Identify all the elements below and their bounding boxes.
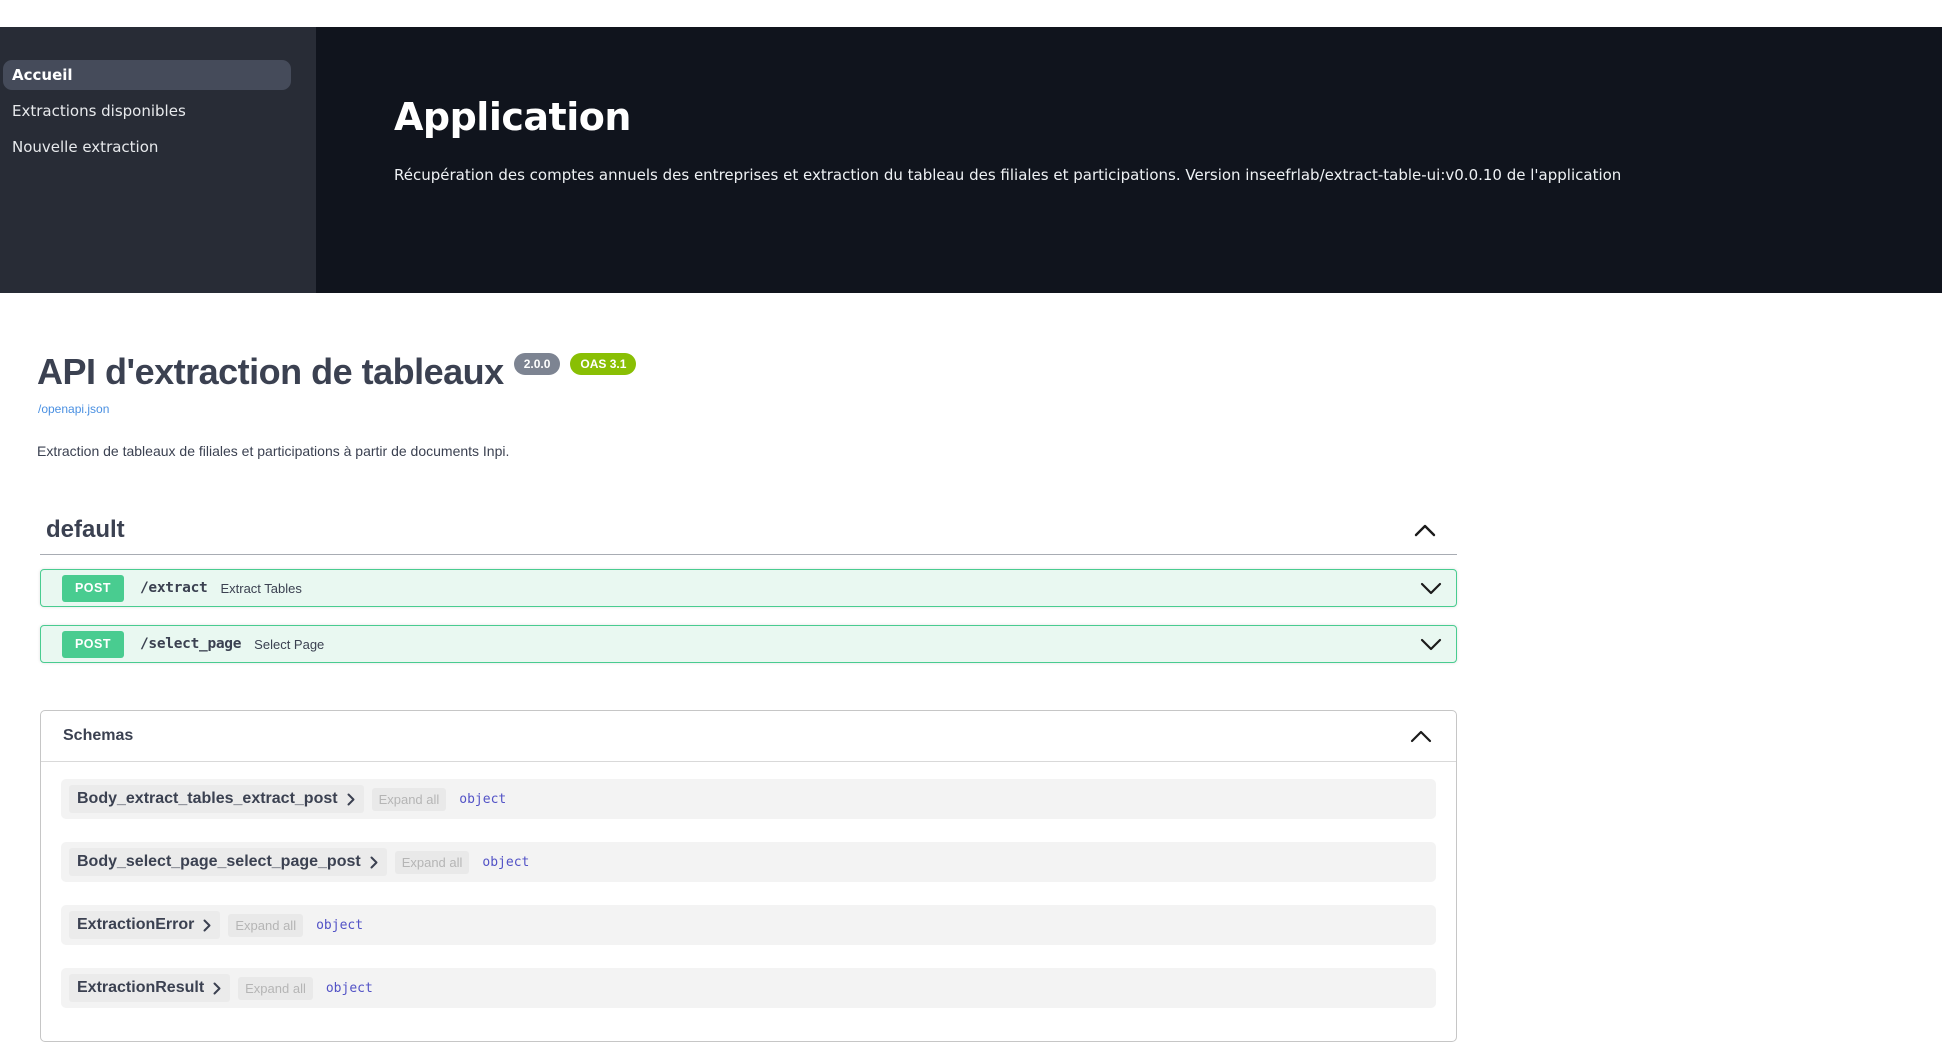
chevron-down-icon — [1420, 582, 1442, 595]
top-white-strip — [0, 0, 1942, 27]
sidebar-item-nouvelle-extraction[interactable]: Nouvelle extraction — [3, 132, 291, 162]
schema-row-body-select-page: Body_select_page_select_page_post Expand… — [61, 842, 1436, 882]
schema-toggle[interactable]: ExtractionResult — [69, 974, 230, 1002]
api-description: Extraction de tableaux de filiales et pa… — [37, 443, 1942, 459]
default-tag-section: default POST /extract Extract Tables POS… — [40, 516, 1457, 663]
oas-badge: OAS 3.1 — [570, 353, 636, 375]
api-info-section: API d'extraction de tableaux 2.0.0 OAS 3… — [37, 351, 1942, 459]
expand-endpoint-button[interactable] — [1420, 582, 1442, 595]
openapi-spec-link[interactable]: /openapi.json — [38, 402, 109, 416]
sidebar-item-accueil[interactable]: Accueil — [3, 60, 291, 90]
hero-content: Application Récupération des comptes ann… — [316, 27, 1681, 293]
default-tag-header[interactable]: default — [40, 516, 1457, 555]
endpoint-row-extract[interactable]: POST /extract Extract Tables — [40, 569, 1457, 607]
chevron-down-icon — [1420, 638, 1442, 651]
endpoint-summary: Select Page — [254, 637, 324, 652]
endpoint-path: /select_page — [140, 636, 241, 652]
chevron-right-icon — [347, 793, 355, 806]
schema-type: object — [459, 792, 506, 807]
method-badge: POST — [62, 631, 124, 658]
schema-type: object — [326, 981, 373, 996]
sidebar-item-label: Extractions disponibles — [12, 102, 186, 120]
schema-toggle[interactable]: Body_extract_tables_extract_post — [69, 785, 364, 813]
chevron-right-icon — [203, 919, 211, 932]
schema-row-extraction-result: ExtractionResult Expand all object — [61, 968, 1436, 1008]
schemas-header[interactable]: Schemas — [41, 711, 1456, 762]
collapse-schemas-button[interactable] — [1408, 728, 1434, 745]
method-badge: POST — [62, 575, 124, 602]
schemas-section: Schemas Body_extract_tables_extract_post… — [40, 710, 1457, 1042]
expand-all-button[interactable]: Expand all — [228, 914, 303, 937]
endpoint-summary: Extract Tables — [220, 581, 301, 596]
sidebar: Accueil Extractions disponibles Nouvelle… — [0, 27, 316, 293]
schema-row-extraction-error: ExtractionError Expand all object — [61, 905, 1436, 945]
chevron-up-icon — [1410, 730, 1432, 743]
schema-toggle[interactable]: ExtractionError — [69, 911, 220, 939]
page-description: Récupération des comptes annuels des ent… — [394, 166, 1621, 184]
sidebar-item-extractions-disponibles[interactable]: Extractions disponibles — [3, 96, 291, 126]
expand-all-button[interactable]: Expand all — [395, 851, 470, 874]
sidebar-item-label: Nouvelle extraction — [12, 138, 158, 156]
schema-type: object — [316, 918, 363, 933]
schema-row-body-extract-tables: Body_extract_tables_extract_post Expand … — [61, 779, 1436, 819]
version-badge: 2.0.0 — [514, 353, 561, 375]
schema-name: Body_extract_tables_extract_post — [77, 790, 338, 808]
schema-type: object — [482, 855, 529, 870]
page-title: Application — [394, 95, 1621, 139]
expand-all-button[interactable]: Expand all — [372, 788, 447, 811]
chevron-right-icon — [213, 982, 221, 995]
api-title: API d'extraction de tableaux — [37, 351, 504, 393]
schemas-title: Schemas — [63, 727, 133, 745]
tag-title: default — [46, 516, 125, 544]
schema-name: Body_select_page_select_page_post — [77, 853, 361, 871]
expand-endpoint-button[interactable] — [1420, 638, 1442, 651]
schema-name: ExtractionResult — [77, 979, 204, 997]
endpoint-row-select-page[interactable]: POST /select_page Select Page — [40, 625, 1457, 663]
expand-all-button[interactable]: Expand all — [238, 977, 313, 1000]
schema-toggle[interactable]: Body_select_page_select_page_post — [69, 848, 387, 876]
sidebar-item-label: Accueil — [12, 66, 73, 84]
hero-banner: Accueil Extractions disponibles Nouvelle… — [0, 27, 1942, 293]
api-title-row: API d'extraction de tableaux 2.0.0 OAS 3… — [37, 351, 1942, 393]
chevron-right-icon — [370, 856, 378, 869]
endpoint-path: /extract — [140, 580, 207, 596]
schema-list: Body_extract_tables_extract_post Expand … — [41, 762, 1456, 1008]
swagger-ui: API d'extraction de tableaux 2.0.0 OAS 3… — [0, 351, 1942, 1042]
chevron-up-icon — [1413, 523, 1437, 537]
schema-name: ExtractionError — [77, 916, 194, 934]
collapse-section-button[interactable] — [1411, 521, 1439, 539]
